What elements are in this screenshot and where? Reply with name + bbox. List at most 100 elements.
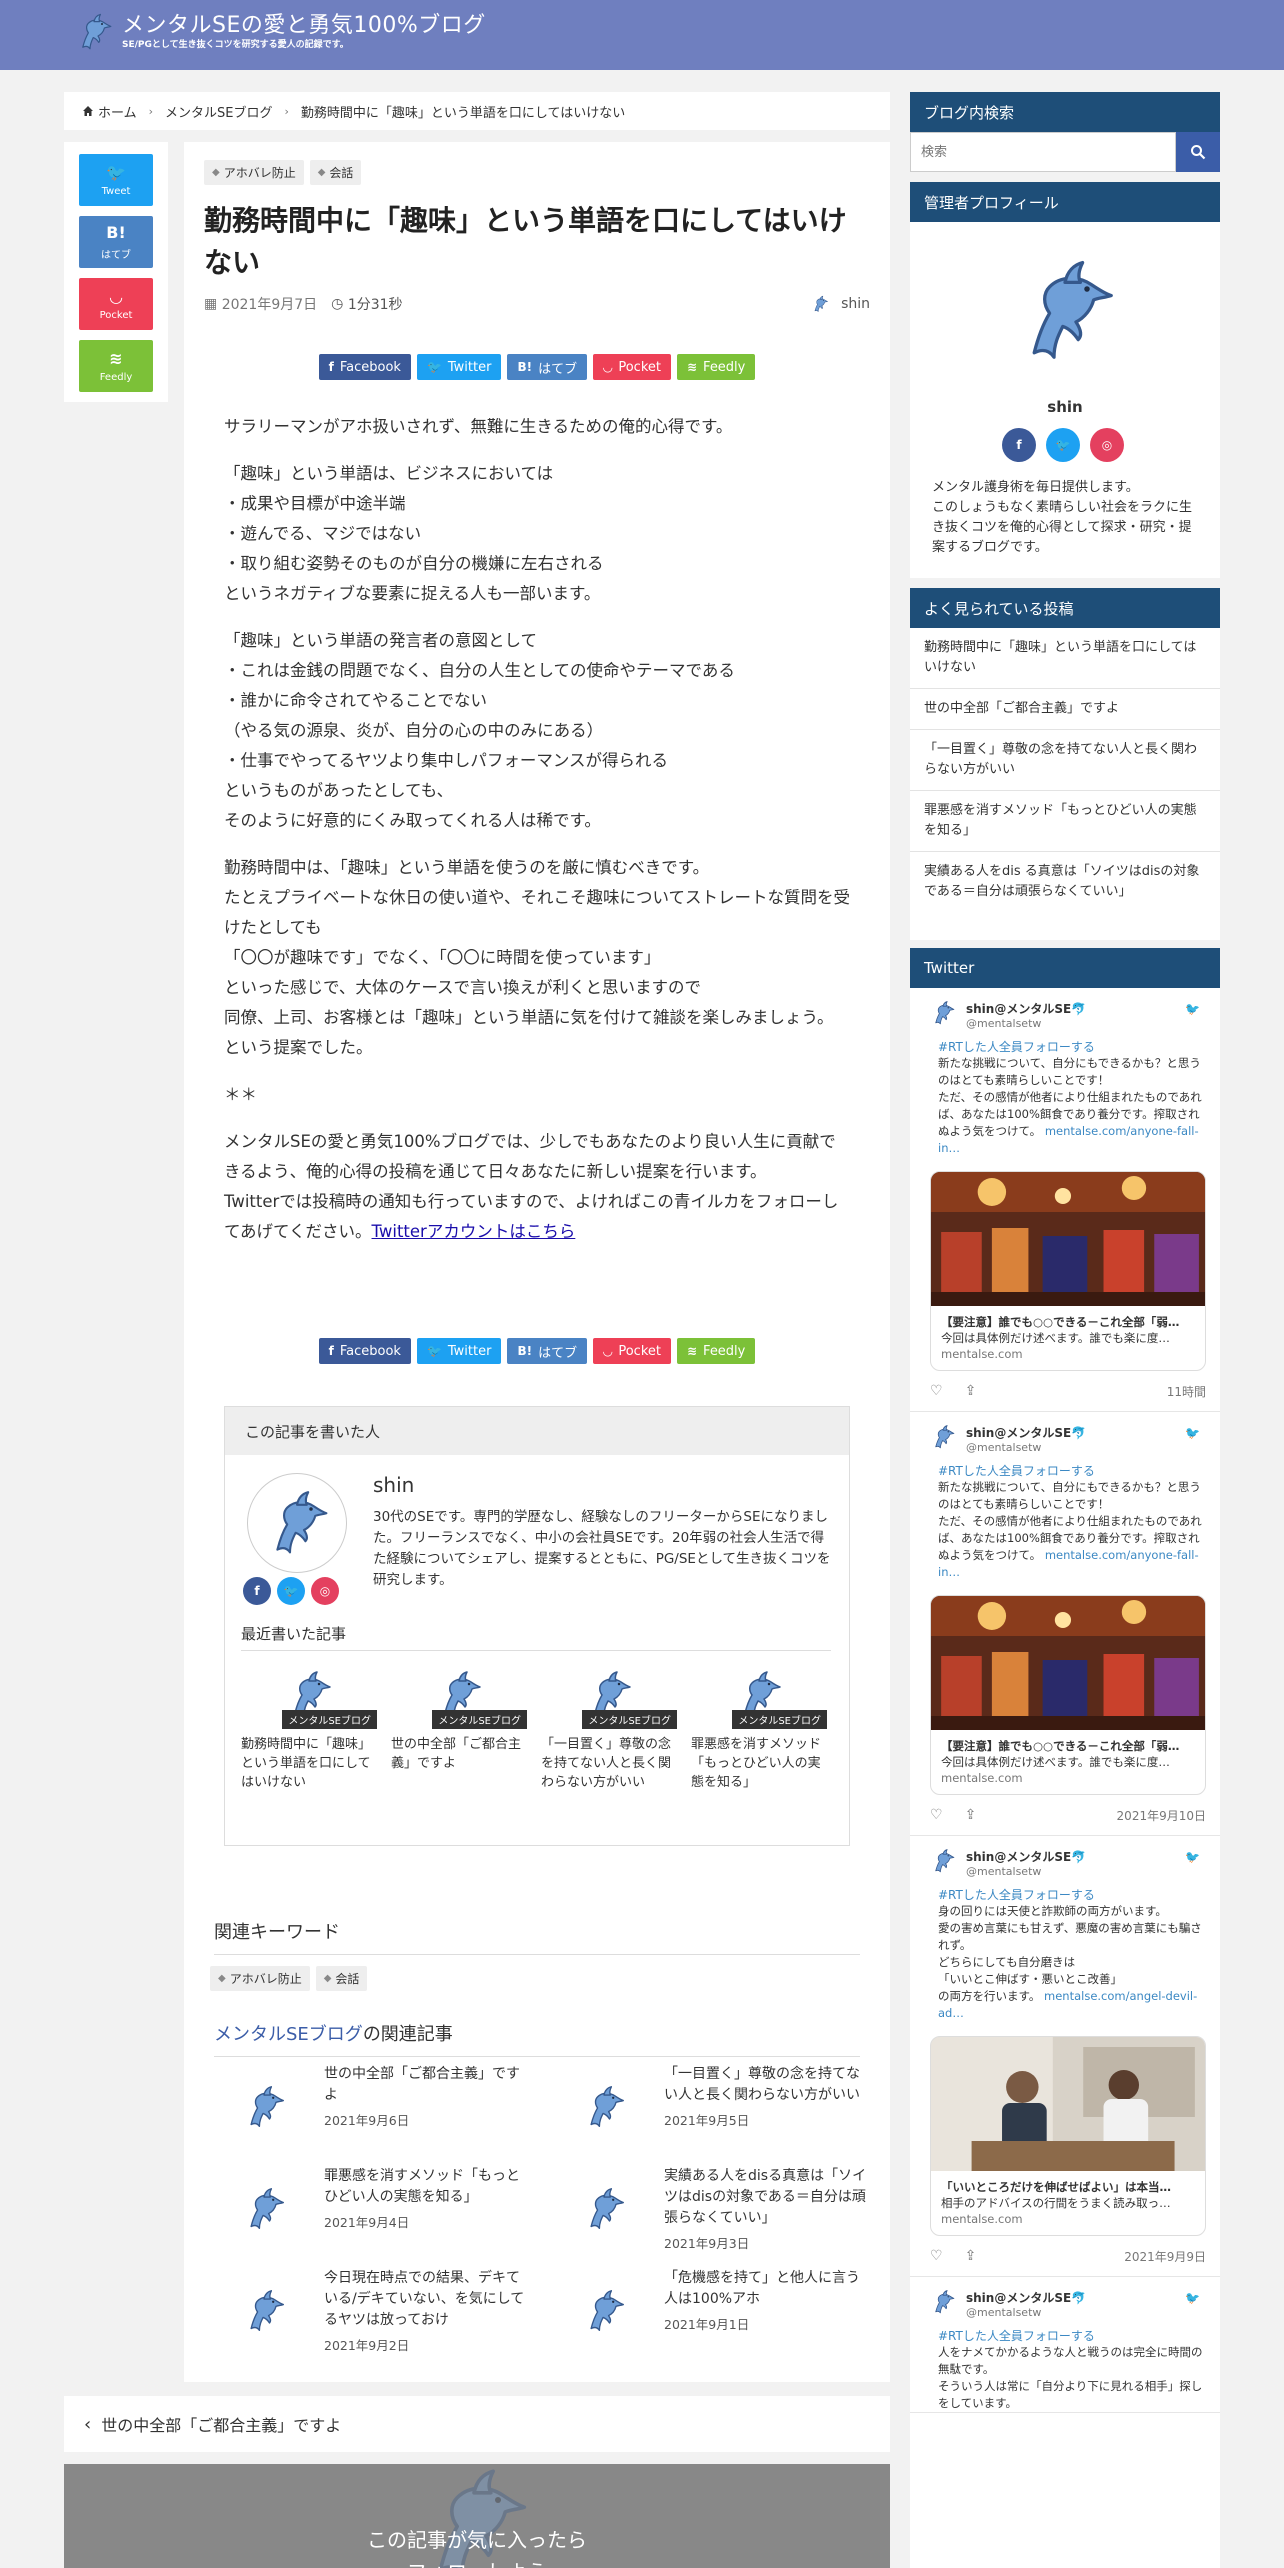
dolphin-avatar-icon[interactable] (930, 2289, 956, 2315)
recent-post-item[interactable]: メンタルSEブログ 世の中全部「ご都合主義」ですよ (391, 1669, 527, 1792)
share-label: Feedly (703, 1343, 746, 1359)
tag-link[interactable]: ◆ アホバレ防止 (204, 160, 304, 185)
tag-link[interactable]: ◆ 会話 (309, 160, 362, 185)
side-hatena-button[interactable]: B! はてブ (79, 216, 153, 268)
popular-post-item[interactable]: 世の中全部「ご都合主義」ですよ (910, 689, 1220, 730)
tweet-link-card[interactable]: 【要注意】誰でも○○できる－これ全部「弱… 今回は具体例だけ述べます。誰でも楽に度… (930, 1595, 1206, 1795)
related-post-item[interactable]: 「危機感を持て」と他人に言う人は100%アホ 2021年9月1日 (544, 2268, 870, 2354)
feedly-share-button[interactable]: ≋ Feedly (676, 1338, 756, 1364)
tweet-hashtag[interactable]: #RTした人全員フォローする (938, 1886, 1206, 1903)
tweet: shin@メンタルSE🐬 @mentalsetw 🐦 #RTした人全員フォローする 人を… (910, 2277, 1220, 2413)
share-icon[interactable]: ⇪ (965, 1807, 977, 1823)
search-button[interactable] (1176, 132, 1220, 172)
tweet-hashtag[interactable]: #RTした人全員フォローする (938, 2327, 1206, 2344)
card-title: 【要注意】誰でも○○できる－これ全部「弱… (941, 1315, 1180, 1329)
chevron-left-icon: ‹ (84, 2413, 92, 2435)
related-post-item[interactable]: 罪悪感を消すメソッド「もっとひどい人の実態を知る」 2021年9月4日 (204, 2166, 530, 2252)
instagram-icon[interactable]: ◎ (1090, 428, 1124, 462)
share-icon[interactable]: ⇪ (965, 1383, 977, 1399)
tag-link[interactable]: ◆ アホバレ防止 (210, 1966, 310, 1991)
search-icon (1191, 145, 1206, 160)
author-avatar[interactable] (247, 1473, 347, 1573)
dolphin-avatar-icon[interactable] (930, 1000, 956, 1026)
related-post-date: 2021年9月1日 (664, 2317, 750, 2332)
twitter-bird-icon[interactable]: 🐦 (277, 1577, 305, 1605)
recent-post-item[interactable]: メンタルSEブログ 勤務時間中に「趣味」という単語を口にしてはいけない (241, 1669, 377, 1792)
recent-post-item[interactable]: メンタルSEブログ 罪悪感を消すメソッド「もっとひどい人の実態を知る」 (691, 1669, 827, 1792)
side-pocket-label: Pocket (99, 309, 133, 321)
pocket-icon: ◡ (603, 360, 613, 374)
recent-post-title: 「一目置く」尊敬の念を持てない人と長く関わらない方がいい (541, 1737, 672, 1790)
related-post-item[interactable]: 今日現在時点での結果、デキている/デキていない、を気にしてるヤツは放っておけ 20… (204, 2268, 530, 2354)
popular-post-item[interactable]: 勤務時間中に「趣味」という単語を口にしてはいけない (910, 628, 1220, 689)
related-post-item[interactable]: 世の中全部「ご都合主義」ですよ 2021年9月6日 (204, 2064, 530, 2150)
site-logo[interactable]: メンタルSEの愛と勇気100%ブログ SE/PGとして生き抜くコツを研究する愛人… (72, 12, 486, 52)
tag-link[interactable]: ◆ 会話 (315, 1966, 368, 1991)
search-input[interactable] (910, 132, 1176, 172)
popular-post-item[interactable]: 「一目置く」尊敬の念を持てない人と長く関わらない方がいい (910, 730, 1220, 791)
related-heading-rest: の関連記事 (362, 2024, 453, 2045)
twitter-bird-icon[interactable]: 🐦 (1185, 1002, 1200, 1016)
pocket-share-button[interactable]: ◡ Pocket (593, 1338, 671, 1364)
hatena-share-button[interactable]: B! はてブ (507, 1338, 588, 1364)
dolphin-avatar-icon (809, 295, 831, 313)
search-widget: ブログ内検索 (910, 92, 1220, 172)
share-icon[interactable]: ⇪ (965, 2248, 977, 2264)
side-feedly-button[interactable]: ≋ Feedly (79, 340, 153, 392)
popular-post-item[interactable]: 罪悪感を消すメソッド「もっとひどい人の実態を知る」 (910, 791, 1220, 852)
tweet-time[interactable]: 11時間 (1167, 1383, 1206, 1400)
card-description: 相手のアドバイスの行間をうまく読み取っ… (941, 2196, 1171, 2210)
dolphin-avatar-icon[interactable] (930, 1424, 956, 1450)
pocket-share-button[interactable]: ◡ Pocket (593, 354, 671, 380)
twitter-bird-icon[interactable]: 🐦 (1046, 428, 1080, 462)
twitter-bird-icon[interactable]: 🐦 (1185, 1850, 1200, 1864)
tweet-author-name[interactable]: shin@メンタルSE🐬 (966, 2289, 1086, 2306)
heart-icon[interactable]: ♡ (930, 2248, 943, 2264)
tweet-link-card[interactable]: 【要注意】誰でも○○できる－これ全部「弱… 今回は具体例だけ述べます。誰でも楽に度… (930, 1171, 1206, 1371)
tweet-author-handle[interactable]: @mentalsetw (966, 1017, 1086, 1030)
facebook-icon[interactable]: f (243, 1577, 271, 1605)
recent-post-item[interactable]: メンタルSEブログ 「一目置く」尊敬の念を持てない人と長く関わらない方がいい (541, 1669, 677, 1792)
tweet-author-handle[interactable]: @mentalsetw (966, 1441, 1086, 1454)
facebook-share-button[interactable]: f Facebook (318, 1338, 411, 1364)
paragraph: サラリーマンがアホ扱いされず、無難に生きるための俺的心得です。 (224, 417, 733, 436)
card-description: 今回は具体例だけ述べます。誰でも楽に度… (941, 1755, 1170, 1769)
tweet-body: 身の回りには天使と詐欺師の両方がいます。 愛の害め言葉にも甘えず、悪魔の害め言葉… (938, 1903, 1206, 2022)
popular-post-item[interactable]: 実績ある人をdis る真意は「ソイツはdisの対象である＝自分は頑張らなくていい… (910, 852, 1220, 912)
tweet-hashtag[interactable]: #RTした人全員フォローする (938, 1038, 1206, 1055)
tweet-hashtag[interactable]: #RTした人全員フォローする (938, 1462, 1206, 1479)
twitter-share-button[interactable]: 🐦 Twitter (416, 1338, 502, 1364)
side-pocket-button[interactable]: ◡ Pocket (79, 278, 153, 330)
heart-icon[interactable]: ♡ (930, 1807, 943, 1823)
related-post-item[interactable]: 実績ある人をdisる真意は「ソイツはdisの対象である＝自分は頑張らなくていい」… (544, 2166, 870, 2252)
twitter-account-link[interactable]: Twitterアカウントはこちら (372, 1222, 576, 1241)
tweet-author-handle[interactable]: @mentalsetw (966, 2306, 1086, 2319)
author-name[interactable]: shin (373, 1473, 414, 1497)
side-tweet-button[interactable]: 🐦 Tweet (79, 154, 153, 206)
twitter-bird-icon[interactable]: 🐦 (1185, 1426, 1200, 1440)
related-post-item[interactable]: 「一目置く」尊敬の念を持てない人と長く関わらない方がいい 2021年9月5日 (544, 2064, 870, 2150)
tweet-time[interactable]: 2021年9月10日 (1117, 1807, 1206, 1824)
card-domain: mentalse.com (941, 2212, 1023, 2226)
breadcrumb-category[interactable]: メンタルSEブログ (165, 102, 272, 121)
tweet-author-name[interactable]: shin@メンタルSE🐬 (966, 1424, 1086, 1441)
tweet-author-name[interactable]: shin@メンタルSE🐬 (966, 1000, 1086, 1017)
facebook-share-button[interactable]: f Facebook (318, 354, 411, 380)
facebook-icon[interactable]: f (1002, 428, 1036, 462)
previous-post-link[interactable]: ‹ 世の中全部「ご都合主義」ですよ (64, 2396, 890, 2452)
tweet-link-card[interactable]: 「いいところだけを伸ばせばよい」は本当… 相手のアドバイスの行間をうまく読み取っ…… (930, 2036, 1206, 2236)
heart-icon[interactable]: ♡ (930, 1383, 943, 1399)
instagram-icon[interactable]: ◎ (311, 1577, 339, 1605)
twitter-bird-icon[interactable]: 🐦 (1185, 2291, 1200, 2305)
tweet-author-name[interactable]: shin@メンタルSE🐬 (966, 1848, 1086, 1865)
related-post-title: 今日現在時点での結果、デキている/デキていない、を気にしてるヤツは放っておけ (324, 2270, 525, 2328)
hatena-share-button[interactable]: B! はてブ (507, 354, 588, 380)
dolphin-avatar-icon[interactable] (930, 1848, 956, 1874)
twitter-share-button[interactable]: 🐦 Twitter (416, 354, 502, 380)
feedly-share-button[interactable]: ≋ Feedly (676, 354, 756, 380)
breadcrumb-home[interactable]: ホーム (98, 102, 137, 121)
tweet-time[interactable]: 2021年9月9日 (1124, 2248, 1206, 2265)
related-heading-accent[interactable]: メンタルSEブログ (214, 2024, 363, 2045)
tweet-author-handle[interactable]: @mentalsetw (966, 1865, 1086, 1878)
post-author[interactable]: shin (809, 295, 870, 313)
